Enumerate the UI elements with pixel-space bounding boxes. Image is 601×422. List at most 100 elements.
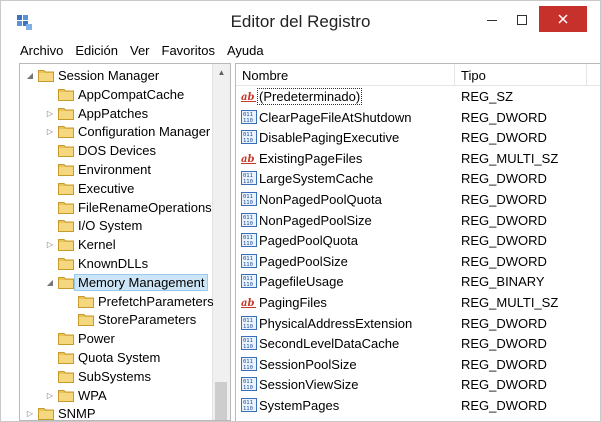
tree-vertical-scrollbar[interactable]: ▲ (212, 64, 230, 420)
list-item[interactable]: ab ExistingPageFiles REG_MULTI_SZ (236, 148, 600, 169)
column-header-name[interactable]: Nombre (242, 68, 288, 83)
tree-item[interactable]: Environment (44, 160, 151, 179)
list-item[interactable]: 011 110 PagedPoolSize REG_DWORD (236, 251, 600, 272)
tree-item[interactable]: DOS Devices (44, 141, 156, 160)
tree-item[interactable]: ▷ Configuration Manager (44, 122, 210, 141)
string-value-icon: ab (241, 295, 257, 309)
tree-item[interactable]: ◢ Session Manager (24, 66, 159, 85)
list-item[interactable]: 011 110 PhysicalAddressExtension REG_DWORD (236, 313, 600, 334)
list-item[interactable]: 011 110 LargeSystemCache REG_DWORD (236, 168, 600, 189)
scroll-up-arrow-icon[interactable]: ▲ (213, 64, 230, 81)
list-item[interactable]: 011 110 PagedPoolQuota REG_DWORD (236, 230, 600, 251)
svg-text:110: 110 (243, 406, 253, 412)
list-item[interactable]: 011 110 NonPagedPoolSize REG_DWORD (236, 210, 600, 231)
value-type: REG_DWORD (461, 171, 547, 187)
tree-item-label: WPA (78, 387, 107, 403)
value-type: REG_DWORD (461, 192, 547, 207)
tree-item-label: Session Manager (58, 68, 160, 83)
tree-item[interactable]: ▷ SNMP (24, 404, 96, 420)
menu-ver[interactable]: Ver (124, 41, 156, 61)
list-item[interactable]: 011 110 SystemPages REG_DWORD (236, 395, 600, 416)
tree-expand-arrow-icon[interactable]: ▷ (44, 240, 56, 249)
folder-icon (58, 370, 74, 383)
value-type: REG_DWORD (461, 233, 547, 249)
value-name: SessionViewSize (259, 377, 359, 393)
list-item[interactable]: 011 110 SecondLevelDataCache REG_DWORD (236, 333, 600, 354)
tree-item[interactable]: FileRenameOperations (44, 198, 212, 217)
folder-icon (58, 276, 74, 289)
binary-value-icon: 011 110 (241, 109, 257, 124)
minimize-button[interactable] (479, 9, 505, 31)
menu-edicion[interactable]: Edición (69, 41, 124, 61)
folder-icon (38, 407, 54, 420)
tree-item-label: Executive (78, 180, 135, 196)
value-name: DisablePagingExecutive (259, 130, 400, 146)
svg-text:110: 110 (243, 262, 253, 268)
tree-item[interactable]: Power (44, 329, 115, 348)
column-separator[interactable] (454, 64, 455, 85)
list-item[interactable]: 011 110 PagefileUsage REG_BINARY (236, 271, 600, 292)
folder-icon (78, 313, 94, 327)
folder-icon (58, 238, 74, 252)
tree-expand-arrow-icon[interactable]: ▷ (44, 127, 56, 136)
tree-item[interactable]: PrefetchParameters (64, 292, 214, 311)
tree-item[interactable]: Quota System (44, 348, 160, 367)
tree-item[interactable]: KnownDLLs (44, 254, 148, 273)
close-icon (558, 14, 568, 24)
menu-favoritos[interactable]: Favoritos (156, 41, 221, 61)
value-type: REG_MULTI_SZ (461, 295, 559, 310)
column-separator[interactable] (586, 64, 587, 85)
list-item[interactable]: 011 110 SessionPoolSize REG_DWORD (236, 354, 600, 375)
list-item[interactable]: 011 110 ClearPageFileAtShutdown REG_DWORD (236, 107, 600, 128)
registry-key-tree[interactable]: ▲ ◢ Session Manager AppCompatCache ▷ AppPatc… (19, 63, 231, 421)
folder-icon (58, 389, 74, 402)
tree-item[interactable]: ▷ AppPatches (44, 104, 148, 123)
svg-text:110: 110 (243, 385, 253, 391)
list-item[interactable]: 011 110 SessionViewSize REG_DWORD (236, 374, 600, 395)
tree-expand-arrow-icon[interactable]: ▷ (24, 409, 36, 418)
column-header-type[interactable]: Tipo (461, 68, 486, 83)
menu-archivo[interactable]: Archivo (1, 41, 69, 61)
binary-value-icon: 011 110 (241, 315, 257, 330)
tree-item[interactable]: ▷ WPA (44, 386, 107, 405)
registry-values-list[interactable]: Nombre Tipo ab (Predeterminado) REG_SZ 011 1… (235, 63, 600, 421)
tree-expand-arrow-icon[interactable]: ▷ (44, 109, 56, 118)
string-value-icon: ab (241, 89, 257, 103)
menu-ayuda[interactable]: Ayuda (221, 41, 270, 61)
value-type: REG_DWORD (461, 212, 547, 228)
title-bar: Editor del Registro (1, 1, 600, 41)
maximize-button[interactable] (509, 9, 535, 31)
value-name: NonPagedPoolQuota (259, 192, 382, 207)
tree-item[interactable]: SubSystems (44, 367, 151, 386)
value-name: NonPagedPoolSize (259, 212, 372, 228)
folder-icon (58, 163, 74, 176)
tree-item[interactable]: ◢ Memory Management (44, 273, 209, 292)
tree-item[interactable]: AppCompatCache (44, 85, 184, 104)
tree-item-label: Memory Management (74, 273, 209, 291)
tree-item-label: StoreParameters (98, 312, 197, 328)
list-item[interactable]: 011 110 NonPagedPoolQuota REG_DWORD (236, 189, 600, 210)
value-type: REG_BINARY (461, 274, 545, 290)
binary-value-icon: 011 110 (241, 192, 257, 206)
list-item[interactable]: 011 110 DisablePagingExecutive REG_DWORD (236, 127, 600, 148)
tree-item-label: I/O System (78, 218, 143, 234)
folder-icon (58, 144, 74, 158)
tree-collapse-arrow-icon[interactable]: ◢ (44, 278, 56, 287)
list-item[interactable]: ab PagingFiles REG_MULTI_SZ (236, 292, 600, 313)
value-name: PhysicalAddressExtension (259, 315, 413, 331)
folder-icon (58, 219, 74, 233)
svg-text:110: 110 (243, 365, 253, 371)
tree-item[interactable]: Executive (44, 179, 134, 198)
tree-expand-arrow-icon[interactable]: ▷ (44, 391, 56, 400)
close-button[interactable] (539, 6, 587, 32)
tree-collapse-arrow-icon[interactable]: ◢ (24, 71, 36, 80)
tree-item[interactable]: I/O System (44, 216, 142, 235)
scrollbar-thumb[interactable] (215, 382, 227, 420)
tree-item[interactable]: StoreParameters (64, 310, 196, 329)
list-item[interactable]: ab (Predeterminado) REG_SZ (236, 86, 600, 107)
svg-text:110: 110 (243, 118, 253, 124)
value-name: SessionPoolSize (259, 356, 357, 372)
tree-item[interactable]: ▷ Kernel (44, 235, 116, 254)
binary-value-icon: 011 110 (241, 171, 257, 186)
svg-text:110: 110 (243, 241, 253, 247)
